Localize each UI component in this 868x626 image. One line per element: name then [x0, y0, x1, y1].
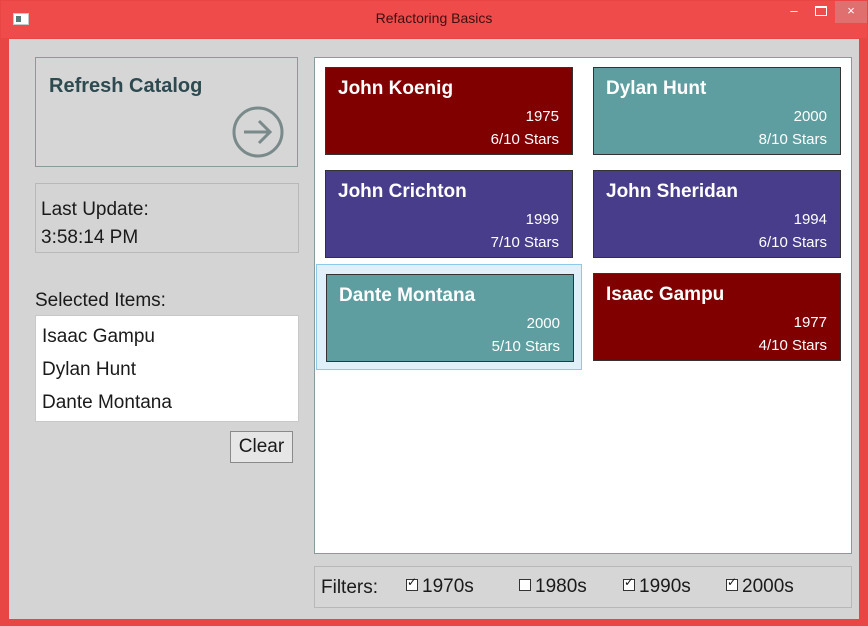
- window-title: Refactoring Basics: [375, 10, 493, 26]
- catalog-card-john-crichton[interactable]: John Crichton 1999 7/10 Stars: [325, 170, 573, 258]
- app-window: Refactoring Basics – × Refresh Catalog L…: [0, 0, 868, 626]
- filter-1980s-checkbox[interactable]: 1980s: [519, 576, 587, 598]
- catalog-card-isaac-gampu[interactable]: Isaac Gampu 1977 4/10 Stars: [593, 273, 841, 361]
- last-update-time: 3:58:14 PM: [41, 227, 139, 248]
- checkbox-icon[interactable]: [406, 575, 418, 591]
- catalog-panel: John Koenig 1975 6/10 Stars Dylan Hunt 2…: [314, 57, 852, 554]
- card-slot: John Koenig 1975 6/10 Stars: [316, 58, 582, 164]
- card-stars: 4/10 Stars: [758, 337, 827, 354]
- refresh-catalog-label: Refresh Catalog: [49, 75, 203, 97]
- card-stars: 8/10 Stars: [758, 131, 827, 148]
- checkbox-icon[interactable]: [519, 579, 531, 591]
- card-name: Isaac Gampu: [606, 284, 725, 305]
- card-year: 2000: [526, 315, 560, 332]
- card-stars: 7/10 Stars: [490, 234, 559, 251]
- clear-button[interactable]: Clear: [230, 431, 293, 463]
- card-name: Dylan Hunt: [606, 78, 707, 99]
- last-update-panel: Last Update: 3:58:14 PM: [35, 183, 299, 253]
- list-item[interactable]: Dante Montana: [42, 386, 298, 419]
- catalog-card-dylan-hunt[interactable]: Dylan Hunt 2000 8/10 Stars: [593, 67, 841, 155]
- checkbox-icon[interactable]: [726, 575, 738, 591]
- card-year: 1975: [525, 108, 559, 125]
- card-slot-selected: Dante Montana 2000 5/10 Stars: [316, 264, 582, 370]
- card-stars: 5/10 Stars: [491, 338, 560, 355]
- selected-items-list[interactable]: Isaac Gampu Dylan Hunt Dante Montana: [35, 315, 299, 422]
- card-slot: Dylan Hunt 2000 8/10 Stars: [584, 58, 850, 164]
- card-slot: John Crichton 1999 7/10 Stars: [316, 161, 582, 267]
- filter-label: 1980s: [535, 576, 587, 597]
- list-item[interactable]: Isaac Gampu: [42, 320, 298, 353]
- catalog-card-john-koenig[interactable]: John Koenig 1975 6/10 Stars: [325, 67, 573, 155]
- card-year: 1977: [793, 314, 827, 331]
- minimize-button[interactable]: –: [781, 1, 807, 23]
- card-stars: 6/10 Stars: [490, 131, 559, 148]
- filter-1970s-checkbox[interactable]: 1970s: [406, 575, 474, 598]
- card-slot: John Sheridan 1994 6/10 Stars: [584, 161, 850, 267]
- maximize-icon: [815, 6, 827, 16]
- client-area: Refresh Catalog Last Update: 3:58:14 PM …: [9, 39, 859, 619]
- catalog-card-dante-montana[interactable]: Dante Montana 2000 5/10 Stars: [326, 274, 574, 362]
- card-name: John Sheridan: [606, 181, 738, 202]
- selected-items-label: Selected Items:: [35, 290, 166, 311]
- arrow-right-circle-icon: [232, 106, 284, 158]
- refresh-catalog-button[interactable]: Refresh Catalog: [35, 57, 298, 167]
- card-name: Dante Montana: [339, 285, 476, 306]
- card-year: 1994: [793, 211, 827, 228]
- list-item[interactable]: Dylan Hunt: [42, 353, 298, 386]
- card-slot: Isaac Gampu 1977 4/10 Stars: [584, 264, 850, 370]
- filters-label: Filters:: [321, 577, 378, 598]
- checkbox-icon[interactable]: [623, 575, 635, 591]
- card-year: 2000: [793, 108, 827, 125]
- filter-label: 2000s: [742, 576, 794, 597]
- card-name: John Crichton: [338, 181, 467, 202]
- title-bar[interactable]: Refactoring Basics – ×: [1, 1, 867, 38]
- filters-bar: Filters: 1970s 1980s 1990s 2000s: [314, 566, 852, 608]
- maximize-button[interactable]: [807, 1, 835, 23]
- last-update-label: Last Update:: [41, 199, 149, 220]
- card-stars: 6/10 Stars: [758, 234, 827, 251]
- filter-label: 1990s: [639, 576, 691, 597]
- filter-1990s-checkbox[interactable]: 1990s: [623, 575, 691, 598]
- card-year: 1999: [525, 211, 559, 228]
- close-button[interactable]: ×: [835, 1, 867, 23]
- catalog-card-john-sheridan[interactable]: John Sheridan 1994 6/10 Stars: [593, 170, 841, 258]
- filter-2000s-checkbox[interactable]: 2000s: [726, 575, 794, 598]
- card-name: John Koenig: [338, 78, 454, 99]
- filter-label: 1970s: [422, 576, 474, 597]
